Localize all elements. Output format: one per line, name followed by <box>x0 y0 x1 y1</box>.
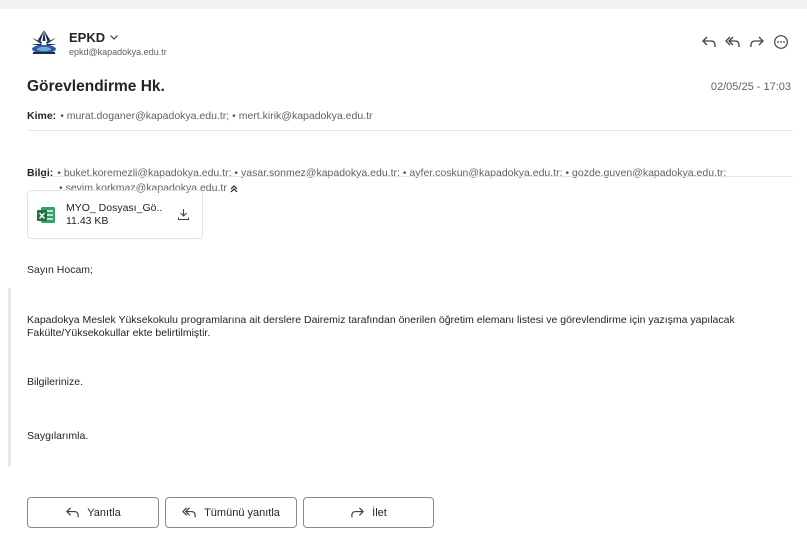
to-label: Kime: <box>27 110 57 122</box>
reply-icon <box>66 507 80 518</box>
body-closing: Saygılarımla. <box>27 430 89 442</box>
reply-all-button-label: Tümünü yanıtla <box>204 506 280 519</box>
attachment-name: MYO_ Dosyası_Gö.. <box>66 201 163 214</box>
attachment-card[interactable]: MYO_ Dosyası_Gö.. 11.43 KB <box>27 190 203 239</box>
divider <box>27 176 793 177</box>
excel-file-icon <box>37 206 55 223</box>
to-recipients: Kime: • murat.doganer@kapadokya.edu.tr; •… <box>27 109 373 124</box>
collapse-chevron-icon[interactable] <box>229 184 239 194</box>
cc-label: Bilgi: <box>27 167 54 179</box>
chevron-down-icon[interactable] <box>109 32 119 42</box>
body-paragraph-line2: Fakülte/Yüksekokullar ekte belirtilmişti… <box>27 327 211 339</box>
sender-logo-icon <box>31 30 57 54</box>
reply-all-icon[interactable] <box>725 34 741 50</box>
download-icon[interactable] <box>177 208 190 221</box>
body-paragraph-2: Bilgilerinize. <box>27 376 84 388</box>
forward-button-label: İlet <box>372 506 387 519</box>
divider <box>27 130 793 131</box>
top-strip <box>0 0 807 9</box>
more-options-icon[interactable] <box>773 34 789 50</box>
forward-icon <box>351 507 364 518</box>
cc-addresses-line1[interactable]: • buket.koremezli@kapadokya.edu.tr; • ya… <box>57 167 726 179</box>
body-paragraph-line1: Kapadokya Meslek Yüksekokulu programları… <box>27 314 735 326</box>
sender-name: EPKD <box>69 29 106 45</box>
message-actions <box>701 34 789 50</box>
reply-all-button[interactable]: Tümünü yanıtla <box>165 497 297 528</box>
reply-button-label: Yanıtla <box>87 506 121 519</box>
message-datetime: 02/05/25 - 17:03 <box>710 81 791 93</box>
scroll-indicator <box>8 288 11 466</box>
body-greeting: Sayın Hocam; <box>27 264 93 276</box>
forward-icon[interactable] <box>749 34 765 50</box>
sender-email: epkd@kapadokya.edu.tr <box>69 47 167 57</box>
reply-all-icon <box>182 507 196 518</box>
reply-icon[interactable] <box>701 34 717 50</box>
message-subject: Görevlendirme Hk. <box>27 78 165 95</box>
to-addresses[interactable]: • murat.doganer@kapadokya.edu.tr; • mert… <box>60 110 372 122</box>
attachment-size: 11.43 KB <box>66 214 109 227</box>
forward-button[interactable]: İlet <box>303 497 434 528</box>
sender-header[interactable]: EPKD epkd@kapadokya.edu.tr <box>29 25 167 61</box>
reply-button[interactable]: Yanıtla <box>27 497 159 528</box>
